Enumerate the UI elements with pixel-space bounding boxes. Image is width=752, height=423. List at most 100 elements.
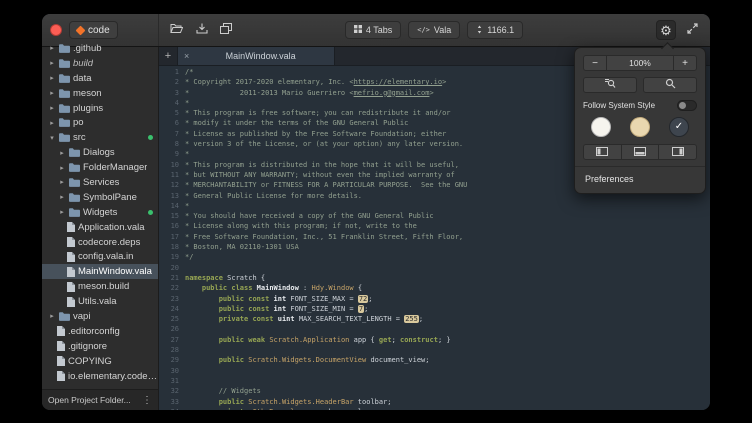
panel-right-toggle[interactable] bbox=[658, 144, 697, 160]
line-number: 16 bbox=[159, 221, 185, 231]
fullscreen-button[interactable] bbox=[682, 20, 702, 40]
sidebar-item-copying[interactable]: COPYING bbox=[42, 354, 158, 369]
language-selector-button[interactable]: </> Vala bbox=[408, 21, 460, 39]
preferences-menu-item[interactable]: Preferences bbox=[583, 172, 697, 187]
sidebar-item-label: data bbox=[73, 73, 92, 84]
style-dark-button[interactable]: ✓ bbox=[669, 117, 689, 137]
chevron-right-icon: ▸ bbox=[58, 149, 66, 157]
line-number: 17 bbox=[159, 232, 185, 242]
open-project-folder-button[interactable]: Open Project Folder... bbox=[48, 395, 131, 405]
code-text: * bbox=[185, 98, 189, 108]
sidebar-item-label: vapi bbox=[73, 311, 90, 322]
sidebar-item-label: Utils.vala bbox=[78, 296, 117, 307]
folder-open-icon bbox=[170, 21, 183, 39]
sidebar-item-editorconfig[interactable]: .editorconfig bbox=[42, 324, 158, 339]
code-text: public const int FONT_SIZE_MIN = 7; bbox=[185, 304, 368, 314]
folder-icon bbox=[69, 148, 80, 157]
code-brackets-icon: </> bbox=[417, 26, 430, 34]
templates-button[interactable] bbox=[216, 20, 236, 40]
sidebar-item-label: COPYING bbox=[68, 356, 112, 367]
save-file-button[interactable] bbox=[192, 20, 212, 40]
line-number: 5 bbox=[159, 108, 185, 118]
find-in-document-icon bbox=[604, 76, 616, 94]
tabs-overview-label: 4 Tabs bbox=[366, 25, 392, 35]
line-number: 3 bbox=[159, 88, 185, 98]
code-line: 15* You should have received a copy of t… bbox=[159, 211, 710, 221]
folder-icon bbox=[59, 312, 70, 321]
sidebar-item-services[interactable]: ▸Services bbox=[42, 175, 158, 190]
sidebar-item-io-elementary-code-yml[interactable]: io.elementary.code.yml bbox=[42, 369, 158, 384]
sidebar-item-dialogs[interactable]: ▸Dialogs bbox=[42, 145, 158, 160]
code-text: /* bbox=[185, 67, 193, 77]
follow-system-style-toggle[interactable] bbox=[677, 100, 697, 111]
tab-mainwindow-vala[interactable]: × MainWindow.vala bbox=[177, 47, 335, 65]
sidebar-item-mainwindow-vala[interactable]: MainWindow.vala bbox=[42, 264, 158, 279]
zoom-out-button[interactable]: − bbox=[583, 55, 607, 71]
sidebar-item-src[interactable]: ▾src bbox=[42, 130, 158, 145]
style-light-button[interactable] bbox=[591, 117, 611, 137]
code-app-window: code bbox=[42, 14, 710, 410]
sidebar-item-label: MainWindow.vala bbox=[78, 266, 152, 277]
panel-left-toggle[interactable] bbox=[583, 144, 622, 160]
sidebar-item-label: src bbox=[73, 132, 86, 143]
sidebar-item-meson-build[interactable]: meson.build bbox=[42, 279, 158, 294]
line-number: 34 bbox=[159, 407, 185, 410]
line-number: 21 bbox=[159, 273, 185, 283]
sidebar-item-meson[interactable]: ▸meson bbox=[42, 86, 158, 101]
sidebar-item-label: Widgets bbox=[83, 207, 117, 218]
sidebar-item-label: .github bbox=[73, 43, 102, 54]
code-line: 25 private const uint MAX_SEARCH_TEXT_LE… bbox=[159, 314, 710, 324]
settings-button[interactable]: ⚙ bbox=[656, 20, 676, 40]
sidebar-item-label: .editorconfig bbox=[68, 326, 120, 337]
chevron-right-icon: ▸ bbox=[48, 104, 56, 112]
zoom-in-button[interactable]: + bbox=[673, 55, 697, 71]
open-file-button[interactable] bbox=[166, 20, 186, 40]
kebab-menu-icon[interactable]: ⋮ bbox=[142, 395, 152, 406]
sidebar-item-label: po bbox=[73, 117, 84, 128]
code-text: * MERCHANTABILITY or FITNESS FOR A PARTI… bbox=[185, 180, 467, 190]
folder-icon bbox=[59, 89, 70, 98]
code-text: public const int FONT_SIZE_MAX = 72; bbox=[185, 294, 373, 304]
panel-bottom-toggle[interactable] bbox=[621, 144, 660, 160]
line-number: 20 bbox=[159, 263, 185, 273]
tabs-overview-button[interactable]: 4 Tabs bbox=[345, 21, 401, 39]
project-button[interactable]: code bbox=[69, 21, 118, 39]
project-label: code bbox=[88, 25, 110, 36]
sidebar-item-build[interactable]: ▸build bbox=[42, 56, 158, 71]
sidebar-item-foldermanager[interactable]: ▸FolderManager bbox=[42, 160, 158, 175]
close-button[interactable] bbox=[50, 24, 62, 36]
sidebar-item-po[interactable]: ▸po bbox=[42, 115, 158, 130]
code-line: 20 bbox=[159, 263, 710, 273]
sidebar-item-symbolpane[interactable]: ▸SymbolPane bbox=[42, 190, 158, 205]
layout-left-icon bbox=[596, 143, 608, 161]
sidebar-item-label: SymbolPane bbox=[83, 192, 137, 203]
sidebar-item-vapi[interactable]: ▸vapi bbox=[42, 309, 158, 324]
folder-icon bbox=[59, 118, 70, 127]
sidebar-item-data[interactable]: ▸ data bbox=[42, 71, 158, 86]
sidebar-item-widgets[interactable]: ▸Widgets bbox=[42, 205, 158, 220]
line-number: 8 bbox=[159, 139, 185, 149]
code-text: * Copyright 2017-2020 elementary, Inc. <… bbox=[185, 77, 446, 87]
zoom-controls: − 100% + bbox=[583, 55, 697, 71]
line-number: 28 bbox=[159, 345, 185, 355]
code-line: 17* Free Software Foundation, Inc., 51 F… bbox=[159, 232, 710, 242]
global-search-button[interactable] bbox=[643, 77, 697, 93]
headerbar-center-group: 4 Tabs </> Vala 1166.1 bbox=[158, 21, 710, 39]
goto-line-button[interactable]: 1166.1 bbox=[467, 21, 523, 39]
sidebar-item-utils-vala[interactable]: Utils.vala bbox=[42, 294, 158, 309]
tab-close-icon[interactable]: × bbox=[184, 51, 189, 61]
new-tab-button[interactable]: + bbox=[159, 47, 177, 65]
chevron-right-icon: ▸ bbox=[48, 74, 56, 82]
sidebar-item-config-vala-in[interactable]: config.vala.in bbox=[42, 249, 158, 264]
sidebar-item-github[interactable]: ▸.github bbox=[42, 41, 158, 56]
sidebar-item-codecore-deps[interactable]: codecore.deps bbox=[42, 235, 158, 250]
zoom-level-button[interactable]: 100% bbox=[607, 55, 673, 71]
chevron-right-icon: ▸ bbox=[48, 59, 56, 67]
code-line: 26 bbox=[159, 324, 710, 334]
style-sepia-button[interactable] bbox=[630, 117, 650, 137]
sidebar-item-plugins[interactable]: ▸plugins bbox=[42, 101, 158, 116]
sidebar-item-application-vala[interactable]: Application.vala bbox=[42, 220, 158, 235]
line-number: 23 bbox=[159, 294, 185, 304]
sidebar-item-gitignore[interactable]: .gitignore bbox=[42, 339, 158, 354]
find-button[interactable] bbox=[583, 77, 637, 93]
